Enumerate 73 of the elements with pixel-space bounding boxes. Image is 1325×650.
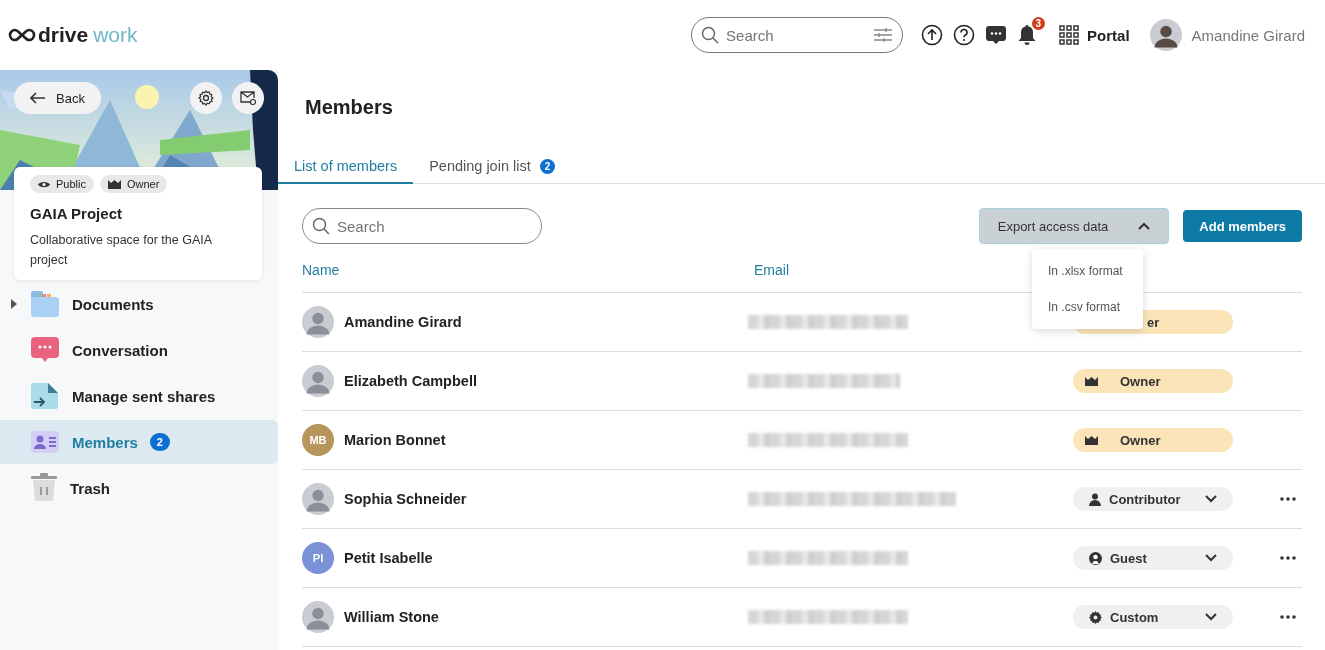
upload-icon[interactable] [921,24,944,46]
avatar [302,483,334,515]
avatar [302,601,334,633]
notification-badge: 3 [1031,17,1046,30]
more-icon[interactable] [1280,497,1296,501]
tab[interactable]: Pending join list 2 [413,150,572,184]
logo-text[interactable]: drive work [38,23,138,47]
chevron-down-icon [1205,495,1217,503]
chevron-up-icon [1138,222,1151,230]
mail-icon[interactable] [239,90,257,106]
member-card-icon [30,430,60,454]
avatar: MB [302,424,334,456]
avatar: PI [302,542,334,574]
chevron-down-icon [1205,554,1217,562]
project-title: GAIA Project [30,205,123,222]
sidebar-item[interactable]: Manage sent shares [0,374,278,418]
person-icon [1089,492,1101,506]
role-selector[interactable]: Contributor [1073,487,1233,511]
avatar [302,306,334,338]
user-name[interactable]: Amandine Girard [1191,26,1305,44]
avatar [302,365,334,397]
role-selector: Owner [1073,369,1233,393]
page-title: Members [304,95,394,120]
role-selector[interactable]: Guest [1073,546,1233,570]
export-button[interactable]: Export access data [978,208,1170,244]
visibility-tag: Public [30,175,94,193]
crown-icon [1085,376,1098,386]
search-field[interactable]: Search [691,17,904,53]
eye-icon [38,179,50,189]
filter-icon[interactable] [873,27,894,43]
settings-icon[interactable] [198,90,214,106]
sidebar-item[interactable]: Trash [0,466,278,510]
member-name: Amandine Girard [344,314,462,330]
folder-icon [30,290,60,318]
caret-icon[interactable] [10,299,18,309]
role-selector: Owner [1073,428,1233,452]
trash-icon [30,473,58,503]
back-button[interactable]: Back [14,82,101,114]
member-name: Sophia Schneider [344,491,467,507]
column-header[interactable]: Name [302,262,340,278]
member-name: Elizabeth Campbell [344,373,477,389]
tab[interactable]: List of members [278,150,414,184]
member-name: Marion Bonnet [344,432,446,448]
sidebar-item[interactable]: Documents [0,282,278,326]
avatar[interactable] [1149,19,1182,51]
user-circle-icon [1089,551,1102,565]
member-name: William Stone [344,609,439,625]
apps-grid-icon[interactable] [1059,25,1080,45]
sidebar-item[interactable]: Conversation [0,328,278,372]
add-members-button[interactable]: Add members [1183,210,1302,242]
role-selector[interactable]: Custom [1073,605,1233,629]
role-tag: Owner [99,175,168,193]
member-name: Petit Isabelle [344,550,433,566]
bell-icon[interactable] [1017,24,1038,46]
chevron-down-icon [1205,613,1217,621]
search-field[interactable]: Search [302,208,542,244]
portal-link[interactable]: Portal [1087,26,1130,44]
count-badge: 2 [149,433,170,451]
crown-icon [1085,435,1098,445]
chat-icon[interactable] [985,24,1008,46]
gear-icon [1089,610,1102,624]
arrow-left-icon [30,92,46,104]
more-icon[interactable] [1280,556,1296,560]
column-header[interactable]: Email [754,262,789,278]
help-icon[interactable] [953,24,976,46]
project-description: Collaborative space for the GAIA project [30,232,213,269]
menu-item[interactable]: In .xlsx format [1032,253,1143,289]
sidebar-item[interactable]: Members 2 [0,420,278,464]
logo-icon [8,28,36,42]
file-arrow-icon [30,382,60,410]
crown-icon [107,179,121,189]
chat-bubble-icon [30,336,60,364]
more-icon[interactable] [1280,615,1296,619]
